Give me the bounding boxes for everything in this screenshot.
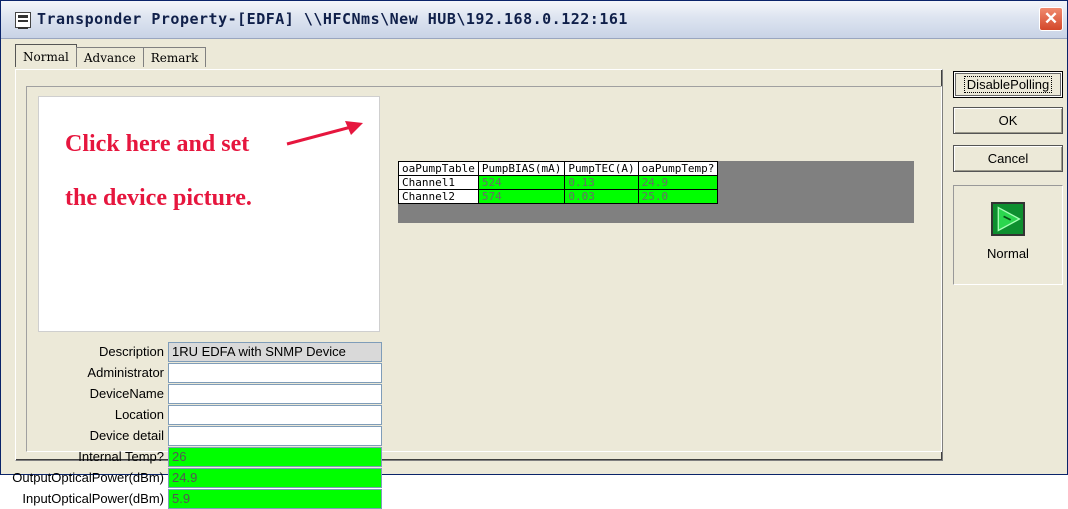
table-cell: 24.9	[637, 175, 719, 190]
tab-remark[interactable]: Remark	[142, 47, 207, 67]
column-header[interactable]: PumpTEC(A)	[564, 161, 639, 176]
input-power-value: 5.9	[168, 489, 382, 509]
close-icon: ✕	[1043, 9, 1059, 28]
administrator-label: Administrator	[87, 365, 164, 380]
table-cell: 0.03	[564, 189, 639, 204]
status-indicator: Normal	[953, 185, 1063, 285]
description-row: Description 1RU EDFA with SNMP Device	[16, 342, 382, 362]
output-power-row: OutputOpticalPower(dBm) 24.9	[12, 468, 382, 488]
table-cell: 524	[477, 175, 566, 190]
pump-table-grid[interactable]: oaPumpTable PumpBIAS(mA) PumpTEC(A) oaPu…	[398, 161, 914, 223]
device-detail-row: Device detail	[16, 426, 382, 446]
table-row[interactable]: Channel1 524 0.13 24.9	[398, 175, 719, 190]
tab-strip: Normal Advance Remark	[15, 44, 207, 69]
location-row: Location	[16, 405, 382, 425]
picture-hint-line2: the device picture.	[65, 185, 252, 211]
arrow-icon	[286, 121, 363, 146]
tab-normal[interactable]: Normal	[15, 44, 77, 67]
picture-hint-line1: Click here and set	[65, 131, 250, 157]
device-detail-label: Device detail	[89, 428, 164, 443]
device-detail-field[interactable]	[168, 426, 382, 446]
administrator-field[interactable]	[168, 363, 382, 383]
internal-temp-value: 26	[168, 447, 382, 467]
table-cell: 25.0	[637, 189, 719, 204]
output-power-value: 24.9	[168, 468, 382, 488]
disable-polling-button[interactable]: DisablePolling	[953, 71, 1063, 98]
administrator-row: Administrator	[16, 363, 382, 383]
column-header[interactable]: oaPumpTemp?	[637, 161, 719, 176]
internal-temp-label: Internal Temp?	[78, 449, 164, 464]
transponder-property-window: Transponder Property-[EDFA] \\HFCNms\New…	[0, 0, 1068, 509]
output-power-label: OutputOpticalPower(dBm)	[12, 470, 164, 485]
device-picture[interactable]: Click here and set the device picture.	[38, 96, 380, 332]
column-header[interactable]: oaPumpTable	[398, 161, 479, 176]
input-power-label: InputOpticalPower(dBm)	[22, 491, 164, 506]
status-label: Normal	[987, 246, 1029, 261]
device-name-field[interactable]	[168, 384, 382, 404]
cancel-button[interactable]: Cancel	[953, 145, 1063, 172]
internal-temp-row: Internal Temp? 26	[16, 447, 382, 467]
tab-advance[interactable]: Advance	[75, 47, 144, 67]
description-field[interactable]: 1RU EDFA with SNMP Device	[168, 342, 382, 362]
device-name-row: DeviceName	[16, 384, 382, 404]
tab-content-normal: Click here and set the device picture. D…	[12, 69, 943, 509]
row-header: Channel1	[398, 175, 479, 190]
location-field[interactable]	[168, 405, 382, 425]
table-row[interactable]: Channel2 574 0.03 25.0	[398, 189, 719, 204]
ok-button[interactable]: OK	[953, 107, 1063, 134]
location-label: Location	[114, 407, 164, 422]
play-status-icon	[991, 202, 1025, 236]
table-cell: 0.13	[564, 175, 639, 190]
input-power-row: InputOpticalPower(dBm) 5.9	[16, 489, 382, 509]
app-icon	[15, 12, 31, 29]
window-title: Transponder Property-[EDFA] \\HFCNms\New…	[37, 10, 628, 28]
close-button[interactable]: ✕	[1039, 7, 1063, 31]
table-header-row: oaPumpTable PumpBIAS(mA) PumpTEC(A) oaPu…	[398, 161, 719, 176]
column-header[interactable]: PumpBIAS(mA)	[477, 161, 566, 176]
title-bar[interactable]: Transponder Property-[EDFA] \\HFCNms\New…	[1, 1, 1067, 39]
pump-table: oaPumpTable PumpBIAS(mA) PumpTEC(A) oaPu…	[398, 161, 719, 204]
description-label: Description	[98, 344, 164, 359]
device-name-label: DeviceName	[89, 386, 164, 401]
row-header: Channel2	[398, 189, 479, 204]
disable-polling-label: DisablePolling	[963, 76, 1053, 93]
table-cell: 574	[477, 189, 566, 204]
